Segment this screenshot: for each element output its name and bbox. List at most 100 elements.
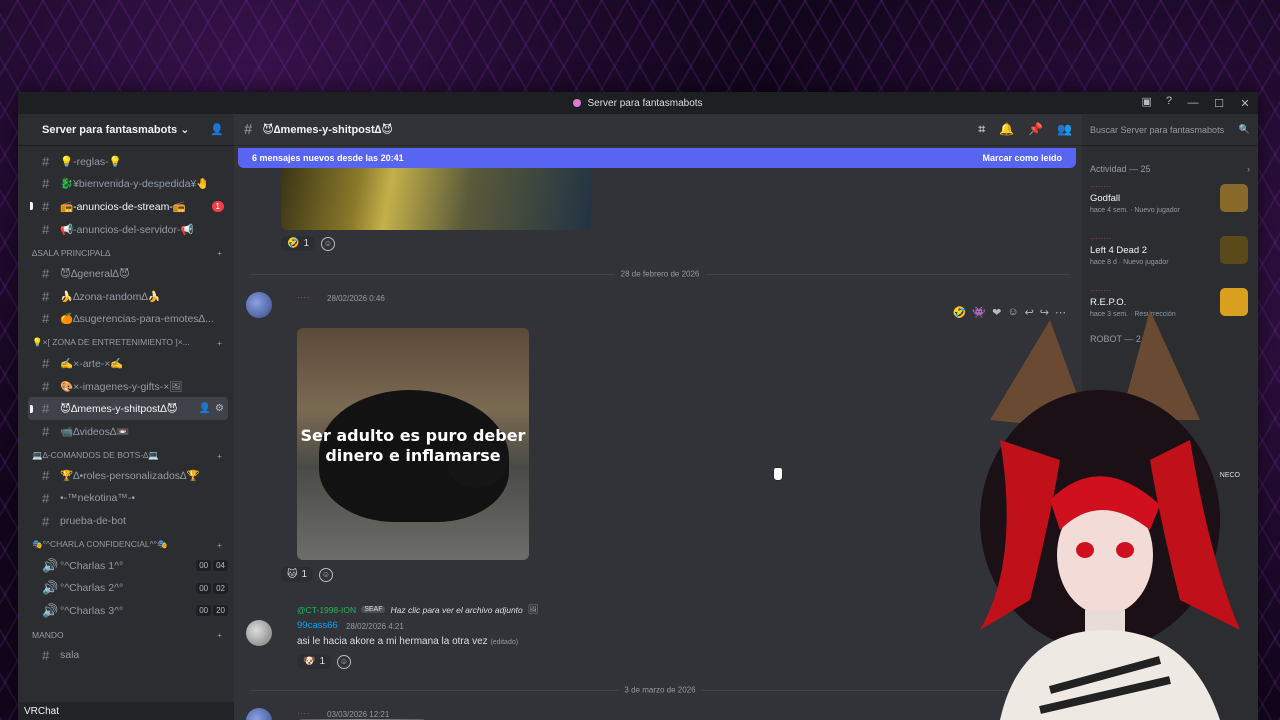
add-channel-icon[interactable]: + — [217, 451, 222, 461]
add-reaction-icon[interactable]: ☺ — [319, 567, 333, 582]
voice-limit: 20 — [213, 605, 228, 617]
add-channel-icon[interactable]: + — [217, 540, 222, 550]
unread-indicator — [30, 202, 33, 211]
members-icon[interactable]: 👥 — [1057, 122, 1072, 137]
hash-icon: # — [244, 121, 253, 138]
timestamp: 28/02/2026 0:46 — [327, 294, 385, 303]
add-channel-icon[interactable]: + — [217, 630, 222, 640]
channel-item[interactable]: # 💡-reglas-💡 — [28, 150, 228, 173]
hash-icon: # — [42, 176, 50, 192]
category-entretenimiento[interactable]: 💡×[ ZONA DE ENTRETENIMIENTO ]×... + — [28, 330, 228, 352]
reaction-count: 1 — [301, 569, 307, 580]
reaction-count: 1 — [319, 656, 326, 667]
help-icon[interactable]: ? — [1166, 95, 1172, 108]
reply-text[interactable]: Haz clic para ver el archivo adjunto — [390, 605, 522, 615]
channel-item[interactable]: # 🍌∆zona-random∆🍌 — [28, 285, 228, 308]
threads-icon[interactable]: ⌗ — [978, 122, 985, 137]
reaction-row: 🤣 1 ☺ — [281, 236, 336, 251]
hash-icon: # — [42, 401, 50, 417]
reaction[interactable]: 🐱 1 — [281, 567, 313, 582]
avatar[interactable] — [246, 708, 272, 720]
server-header[interactable]: Server para fantasmabots ⌄ 👤 — [18, 114, 234, 146]
vtuber-avatar-overlay — [980, 310, 1240, 720]
meme-image[interactable]: Ser adulto es puro deber dinero e inflam… — [297, 328, 529, 560]
maximize-button[interactable]: ☐ — [1206, 97, 1232, 110]
search-input[interactable]: Buscar Server para fantasmabots 🔍 — [1082, 114, 1258, 146]
pin-icon[interactable]: 📌 — [1028, 122, 1043, 137]
category-mando[interactable]: MANDO + — [28, 622, 228, 644]
voice-channel[interactable]: 🔊 °^Charlas 1^° 00 04 — [28, 554, 228, 577]
reaction[interactable]: 🤣 1 — [281, 236, 316, 251]
username[interactable]: ···· — [297, 292, 310, 303]
inbox-icon[interactable]: ▣ — [1141, 95, 1151, 108]
image-attachment[interactable] — [281, 168, 591, 230]
reaction-row: 🐱 1 ☺ — [281, 567, 333, 582]
reaction[interactable]: 🐶 1 — [297, 654, 332, 669]
reaction-count: 1 — [303, 238, 310, 249]
channel-item-active[interactable]: # 😈∆memes-y-shitpost∆😈 👤 ⚙ — [28, 397, 228, 420]
date-label: 28 de febrero de 2026 — [614, 269, 706, 279]
channel-item[interactable]: # 🍊∆sugerencias-para-emotes∆... — [28, 308, 228, 331]
server-icon — [573, 99, 582, 107]
channel-item[interactable]: # 📹∆videos∆📼 — [28, 420, 228, 443]
category-bots[interactable]: 💻∆-COMANDOS DE BOTS-∆💻 + — [28, 443, 228, 465]
add-reaction-icon[interactable]: ☺ — [337, 654, 352, 669]
gear-icon[interactable]: ⚙ — [215, 403, 224, 414]
channel-item[interactable]: # 😈∆general∆😈 — [28, 262, 228, 285]
voice-channel[interactable]: 🔊 °^Charlas 3^° 00 20 — [28, 600, 228, 623]
bell-icon[interactable]: 🔔 — [999, 122, 1014, 137]
message-body: asi le hacia akore a mi hermana la otra … — [297, 636, 518, 647]
window-title: Server para fantasmabots — [587, 97, 703, 109]
new-messages-bar[interactable]: 6 mensajes nuevos desde las 20:41 Marcar… — [238, 148, 1076, 168]
add-reaction-icon[interactable]: ☺ — [321, 236, 336, 251]
chevron-down-icon: ⌄ — [180, 124, 190, 136]
hash-icon: # — [42, 468, 50, 484]
channel-item[interactable]: # •-™nekotina™-• — [28, 487, 228, 510]
mark-read-button[interactable]: Marcar como leído — [982, 153, 1062, 163]
voice-channel[interactable]: 🔊 °^Charlas 2^° 00 02 — [28, 577, 228, 600]
avatar[interactable] — [246, 620, 272, 646]
channel-sidebar: Server para fantasmabots ⌄ 👤 # 💡-reglas-💡… — [18, 114, 234, 720]
activity-header[interactable]: Actividad — 25 › — [1082, 164, 1258, 174]
reply-preview[interactable]: @CT-1998-ION SEAF Haz clic para ver el a… — [297, 604, 539, 615]
eye-right — [1116, 542, 1134, 558]
channel-item[interactable]: # 📻-anuncios-de-stream-📻 1 — [28, 195, 228, 218]
channel-item[interactable]: # 📢-anuncios-del-servidor-📢 — [28, 218, 228, 241]
channel-item[interactable]: # 🏆∆•roles-personalizados∆🏆 — [28, 465, 228, 488]
close-button[interactable]: ✕ — [1232, 97, 1258, 110]
hash-icon: # — [42, 423, 50, 439]
channel-item[interactable]: # ✍️×-arte-×✍️ — [28, 352, 228, 375]
reply-username[interactable]: @CT-1998-ION — [297, 605, 356, 615]
hash-icon: # — [42, 288, 50, 304]
timestamp: 28/02/2026 4:21 — [346, 622, 404, 631]
channel-item[interactable]: # prueba-de-bot — [28, 510, 228, 533]
category-charla[interactable]: 🎭°^CHARLA CONFIDENCIAL^°🎭 + — [28, 532, 228, 554]
channel-item[interactable]: # 🎨×-imagenes-y-gifts-×🖼 — [28, 375, 228, 398]
activity-card[interactable]: ········ Godfall hace 4 sem. · Nuevo jug… — [1082, 174, 1258, 226]
hash-icon: # — [42, 490, 50, 506]
eye-left — [1076, 542, 1094, 558]
search-icon: 🔍 — [1238, 124, 1250, 134]
activity-card[interactable]: ········ Left 4 Dead 2 hace 8 d · Nuevo … — [1082, 226, 1258, 278]
user-panel[interactable]: VRChat — [18, 702, 234, 720]
server-name: Server para fantasmabots — [42, 124, 178, 136]
message-list: 🤣 1 ☺ 28 de febrero de 2026 ···· 28/02/20… — [234, 168, 1082, 720]
edited-label: (editado) — [490, 639, 519, 646]
add-member-icon[interactable]: 👤 — [210, 123, 224, 136]
category-sala[interactable]: ∆SALA PRINCIPAL∆ + — [28, 240, 228, 262]
voice-limit: 02 — [213, 582, 228, 594]
chat-area: # 😈∆memes-y-shitpost∆😈 ⌗ 🔔 📌 👥 6 mensaje… — [234, 114, 1082, 720]
channel-item[interactable]: # 🐉¥bienvenida-y-despedida¥🤚 — [28, 173, 228, 196]
avatar[interactable] — [246, 292, 272, 318]
channel-item[interactable]: # sala — [28, 644, 228, 667]
chevron-right-icon: › — [1247, 164, 1250, 174]
add-channel-icon[interactable]: + — [217, 338, 222, 348]
username[interactable]: 99cass66 — [297, 620, 338, 631]
add-channel-icon[interactable]: + — [217, 248, 222, 258]
title-bar: Server para fantasmabots ▣ ? — ☐ ✕ — [18, 92, 1258, 114]
mouse-cursor — [774, 468, 782, 480]
game-icon — [1220, 184, 1248, 212]
minimize-button[interactable]: — — [1180, 97, 1206, 109]
invite-icon[interactable]: 👤 — [199, 403, 211, 414]
username[interactable]: ···· — [297, 708, 310, 719]
